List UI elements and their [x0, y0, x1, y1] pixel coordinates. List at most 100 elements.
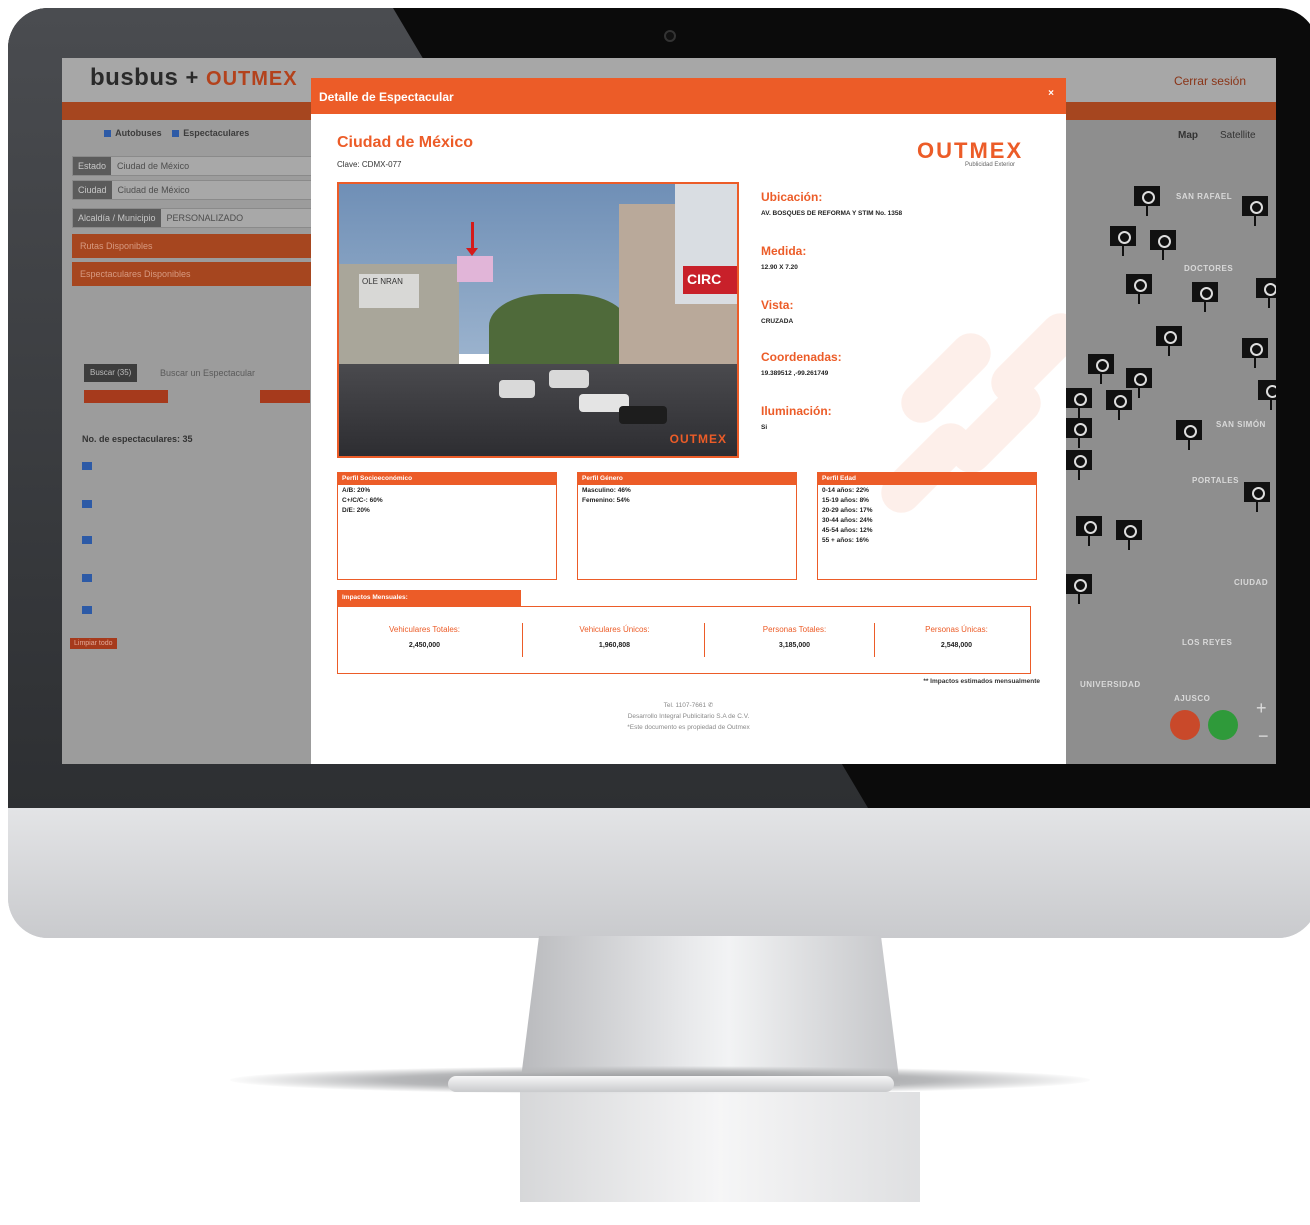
billboard-marker-icon[interactable] — [1088, 354, 1114, 384]
profile-row: A/B: 20% — [342, 487, 371, 494]
footer-phone: Tel. 1107-7661 ✆ — [663, 702, 714, 709]
deselect-button[interactable] — [84, 390, 168, 403]
clear-button[interactable]: Limpiar todo — [70, 638, 117, 649]
photo-car — [619, 406, 667, 424]
search-input[interactable]: Buscar un Espectacular — [160, 368, 255, 378]
select-button[interactable] — [260, 390, 310, 403]
filter-label: Estado — [73, 157, 112, 175]
billboard-marker-icon[interactable] — [1076, 516, 1102, 546]
size-label: Medida: — [761, 244, 807, 258]
map[interactable]: Map Satellite SAN RAFAEL DOCTORES SAN SI… — [1066, 120, 1276, 764]
map-label: CIUDAD — [1234, 578, 1269, 587]
billboard-marker-icon[interactable] — [1192, 282, 1218, 312]
view-block: Vista: CRUZADA — [761, 298, 1041, 325]
photo-trees — [489, 294, 629, 374]
list-item[interactable] — [82, 536, 307, 552]
zoom-in-icon[interactable]: + — [1256, 698, 1267, 719]
photo-car — [549, 370, 589, 388]
billboard-marker-icon[interactable] — [1126, 368, 1152, 398]
impact-value: 1,960,808 — [598, 642, 631, 649]
outmex-logo: OUTMEX — [917, 138, 1024, 163]
profile-row: 15-19 años: 8% — [822, 497, 869, 504]
billboard-marker-icon[interactable] — [1066, 388, 1092, 418]
location-block: Ubicación: AV. BOSQUES DE REFORMA Y STIM… — [761, 190, 1041, 217]
tab-satellite[interactable]: Satellite — [1220, 130, 1256, 141]
billboard-photo: OLE NRAN CIRC OUTMEX — [337, 182, 739, 458]
list-item[interactable] — [82, 574, 307, 584]
impacts-title: Impactos Mensuales: — [337, 590, 521, 606]
billboard-marker-icon[interactable] — [1244, 482, 1270, 512]
impact-label: Vehiculares Totales: — [388, 625, 460, 634]
search-button[interactable]: Buscar (35) — [84, 364, 138, 382]
billboard-marker-icon[interactable] — [1156, 326, 1182, 356]
profile-row: 30-44 años: 24% — [822, 517, 873, 524]
billboard-code: Clave: CDMX-077 — [337, 160, 402, 169]
list-item[interactable] — [82, 500, 307, 516]
checkbox-billboards-label: Espectaculares — [183, 128, 250, 138]
photo-car — [499, 380, 535, 398]
billboard-marker-icon[interactable] — [1242, 338, 1268, 368]
filter-alcaldia[interactable]: Alcaldía / Municipio PERSONALIZADO — [72, 208, 312, 228]
location-label: Ubicación: — [761, 190, 823, 204]
profile-row: D/E: 20% — [342, 507, 370, 514]
checkbox-buses[interactable] — [104, 130, 111, 138]
profile-age: Perfil Edad 0-14 años: 22% 15-19 años: 8… — [817, 472, 1037, 580]
logo-partner: OUTMEX — [206, 68, 298, 90]
billboard-marker-icon[interactable] — [1258, 380, 1276, 410]
profile-title: Perfil Género — [578, 473, 796, 485]
city-title: Ciudad de México — [337, 134, 474, 151]
impact-vehicles-unique: Vehiculares Únicos: 1,960,808 — [528, 625, 701, 649]
billboard-marker-icon[interactable] — [1066, 418, 1092, 448]
app-logo[interactable]: busbus + OUTMEX — [90, 64, 298, 92]
billboard-marker-icon[interactable] — [1134, 186, 1160, 216]
impact-label: Personas Totales: — [762, 625, 827, 634]
billboard-marker-icon[interactable] — [1242, 196, 1268, 226]
profile-row: 0-14 años: 22% — [822, 487, 869, 494]
billboard-marker-icon[interactable] — [1066, 574, 1092, 604]
profile-row: 45-54 años: 12% — [822, 527, 873, 534]
photo-billboard: OLE NRAN — [359, 274, 419, 308]
section-espectaculares[interactable]: Espectaculares Disponibles — [72, 262, 312, 286]
sidebar: Autobuses Espectaculares Estado Ciudad de… — [62, 120, 312, 764]
view-label: Vista: — [761, 298, 794, 312]
billboard-detail-modal: Detalle de Espectacular × Ciudad de Méxi… — [311, 78, 1066, 764]
filter-value: Ciudad de México — [117, 185, 190, 195]
close-icon[interactable]: × — [1048, 88, 1054, 99]
filter-value: Ciudad de México — [117, 161, 190, 171]
checkbox-buses-label: Autobuses — [115, 128, 162, 138]
footer-disclaimer: *Este documento es propiedad de Outmex — [627, 724, 750, 731]
share-icon[interactable] — [1170, 710, 1200, 740]
billboard-marker-icon[interactable] — [1150, 230, 1176, 260]
lighting-label: Iluminación: — [761, 404, 832, 418]
billboard-marker-icon[interactable] — [1256, 278, 1276, 308]
target-billboard — [457, 256, 493, 282]
list-item[interactable] — [82, 462, 307, 478]
size-block: Medida: 12.90 X 7.20 — [761, 244, 1041, 271]
layer-toggles: Autobuses Espectaculares — [104, 128, 249, 138]
divider — [522, 623, 523, 657]
profile-row: Femenino: 54% — [582, 497, 630, 504]
impact-value: 3,185,000 — [778, 642, 811, 649]
modal-footer: Tel. 1107-7661 ✆ Desarrollo Integral Pub… — [311, 700, 1066, 733]
billboard-marker-icon[interactable] — [1066, 450, 1092, 480]
whatsapp-icon[interactable] — [1208, 710, 1238, 740]
tab-map[interactable]: Map — [1178, 130, 1198, 141]
impact-people-unique: Personas Únicas: 2,548,000 — [870, 625, 1043, 649]
profile-title: Perfil Socioeconómico — [338, 473, 556, 485]
map-label: DOCTORES — [1184, 264, 1234, 273]
filter-estado[interactable]: Estado Ciudad de México — [72, 156, 312, 176]
filter-ciudad[interactable]: Ciudad Ciudad de México — [72, 180, 312, 200]
billboard-marker-icon[interactable] — [1176, 420, 1202, 450]
billboard-marker-icon[interactable] — [1106, 390, 1132, 420]
billboard-marker-icon[interactable] — [1126, 274, 1152, 304]
zoom-out-icon[interactable]: − — [1258, 726, 1269, 747]
lighting-value: Si — [761, 424, 768, 431]
billboard-marker-icon[interactable] — [1116, 520, 1142, 550]
map-label: PORTALES — [1192, 476, 1239, 485]
checkbox-billboards[interactable] — [171, 130, 179, 138]
section-rutas[interactable]: Rutas Disponibles — [72, 234, 312, 258]
filter-label: Ciudad — [73, 181, 112, 199]
list-item[interactable] — [82, 606, 307, 616]
logout-link[interactable]: Cerrar sesión — [1174, 74, 1246, 88]
billboard-marker-icon[interactable] — [1110, 226, 1136, 256]
